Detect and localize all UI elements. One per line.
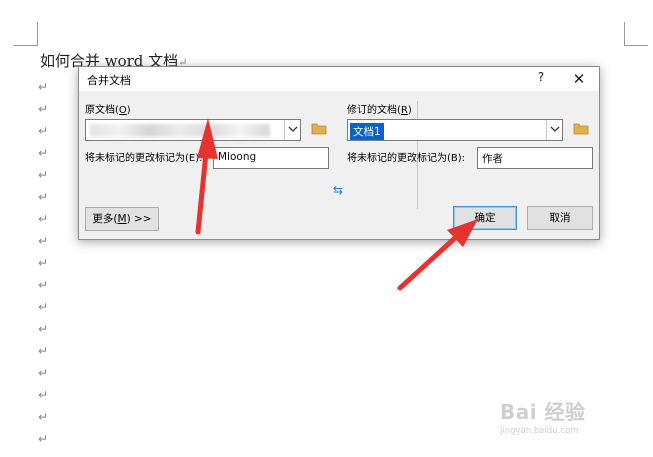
paragraph-mark: ↵ — [38, 190, 49, 204]
paragraph-mark: ↵ — [38, 322, 49, 336]
paragraph-mark: ↵ — [38, 278, 49, 292]
baidu-watermark: Bai 经验 jingyan.baidu.com — [500, 396, 586, 436]
crop-mark-top-left — [14, 22, 38, 46]
paragraph-mark: ↵ — [38, 212, 49, 226]
redacted-filename — [90, 124, 270, 137]
paragraph-mark: ↵ — [38, 256, 49, 270]
paragraph-mark: ↵ — [38, 124, 49, 138]
close-button[interactable]: ✕ — [569, 69, 589, 89]
dialog-title: 合并文档 — [87, 74, 131, 87]
paragraph-mark: ↵ — [38, 388, 49, 402]
watermark-url: jingyan.baidu.com — [500, 426, 579, 436]
merge-documents-dialog: 合并文档 ? ✕ 原文档(O) 将未标记的更改标记为(E): Mloong 修订… — [78, 66, 600, 240]
paragraph-mark: ↵ — [38, 146, 49, 160]
original-author-field[interactable]: Mloong — [213, 147, 329, 169]
chevron-down-icon[interactable] — [546, 120, 562, 140]
swap-icon[interactable]: ⇆ — [333, 183, 343, 197]
revised-document-label: 修订的文档(R) — [347, 105, 412, 116]
paragraph-mark: ↵ — [38, 168, 49, 182]
revised-document-selected: 文档1 — [350, 123, 384, 140]
paragraph-mark: ↵ — [38, 234, 49, 248]
paragraph-mark: ↵ — [38, 300, 49, 314]
paragraph-mark: ↵ — [38, 344, 49, 358]
dialog-titlebar: 合并文档 ? ✕ — [79, 67, 599, 91]
original-unmarked-label: 将未标记的更改标记为(E): — [85, 153, 203, 164]
browse-original-folder-icon[interactable] — [309, 119, 329, 139]
help-button[interactable]: ? — [533, 70, 549, 88]
more-button[interactable]: 更多(M) >> — [85, 207, 159, 231]
original-document-label: 原文档(O) — [85, 105, 131, 116]
paragraph-mark: ↵ — [38, 366, 49, 380]
crop-mark-top-right — [624, 22, 648, 46]
revised-author-field[interactable]: 作者 — [477, 147, 593, 169]
revised-unmarked-label: 将未标记的更改标记为(B): — [347, 153, 466, 164]
paragraph-mark: ↵ — [38, 410, 49, 424]
ok-button[interactable]: 确定 — [453, 206, 517, 230]
original-document-combo[interactable] — [85, 119, 301, 141]
paragraph-mark: ↵ — [38, 80, 49, 94]
watermark-logo: Bai 经验 — [500, 400, 586, 424]
paragraph-mark: ↵ — [38, 432, 49, 446]
revised-document-combo[interactable]: 文档1 — [347, 119, 563, 141]
paragraph-mark: ↵ — [38, 102, 49, 116]
browse-revised-folder-icon[interactable] — [571, 119, 591, 139]
chevron-down-icon[interactable] — [284, 120, 300, 140]
cancel-button[interactable]: 取消 — [527, 206, 593, 230]
